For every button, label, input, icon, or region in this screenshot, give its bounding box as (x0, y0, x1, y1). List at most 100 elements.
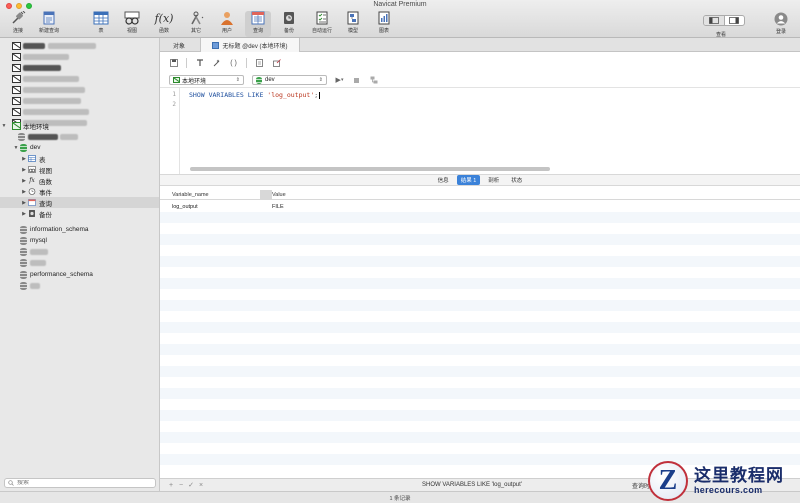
run-icon[interactable]: ▶ ▾ (335, 76, 344, 85)
connection-item[interactable] (0, 106, 159, 117)
sidebar-search-input[interactable] (17, 480, 137, 486)
table-cell[interactable]: FILE (260, 204, 284, 210)
tab-profile[interactable]: 剖析 (484, 175, 503, 185)
save-icon[interactable] (169, 59, 178, 68)
connection-icon (12, 52, 21, 61)
sql-editor[interactable]: 1 2 SHOW VARIABLES LIKE 'log_output'; (160, 87, 800, 174)
chevron-right-icon[interactable]: ▶ (20, 178, 28, 184)
toolbar-new-query-button[interactable]: 新建查询 (36, 11, 62, 37)
backup-icon (281, 11, 297, 25)
query-icon (250, 11, 266, 25)
sidebar-item-tables[interactable]: ▶ 表 (0, 153, 159, 164)
toolbar-backup-button[interactable]: 备份 (276, 11, 302, 37)
search-icon (8, 480, 14, 486)
line-gutter: 1 2 (168, 88, 180, 174)
database-select[interactable]: dev ⇕ (252, 75, 327, 85)
connection-item[interactable] (0, 51, 159, 62)
database-icon (20, 225, 27, 234)
sidebar-connection-local[interactable]: ▼ 本地环境 (0, 120, 159, 131)
connection-item[interactable] (0, 40, 159, 51)
sidebar-layout-icon[interactable] (704, 16, 725, 25)
detail-layout-icon[interactable] (725, 16, 745, 25)
chevron-right-icon[interactable]: ▶ (20, 211, 28, 217)
backup-icon (28, 210, 36, 217)
table-row[interactable]: log_output FILE (160, 201, 800, 212)
explain-icon[interactable] (369, 76, 378, 85)
toolbar-view-button[interactable]: 视图 (119, 11, 145, 37)
sidebar-search-box[interactable] (4, 478, 156, 488)
remove-icon[interactable]: − (176, 482, 186, 489)
chart-icon (376, 11, 392, 25)
export-result-icon[interactable] (272, 59, 281, 68)
executed-query-text: SHOW VARIABLES LIKE 'log_output' (422, 482, 522, 488)
column-header[interactable]: Value (260, 192, 286, 198)
chevron-right-icon[interactable]: ▶ (20, 167, 28, 173)
model-icon (345, 11, 361, 25)
window-title: Navicat Premium (373, 1, 427, 8)
database-icon (20, 143, 27, 152)
horizontal-scrollbar[interactable] (190, 167, 550, 171)
toolbar-user-button[interactable]: 用户 (214, 11, 240, 37)
connection-icon (12, 74, 21, 83)
connection-select[interactable]: 本地环境 ⇕ (169, 75, 244, 85)
query-icon (28, 199, 36, 206)
connection-icon (12, 121, 21, 130)
query-builder-icon[interactable] (195, 59, 204, 68)
chevron-right-icon[interactable]: ▶ (20, 156, 28, 162)
sidebar-item-queries[interactable]: ▶ 查询 (0, 197, 159, 208)
chevron-down-icon[interactable]: ▼ (12, 145, 20, 151)
clock-icon (28, 188, 36, 195)
connection-icon (12, 63, 21, 72)
sidebar-database-item[interactable] (0, 280, 159, 291)
text-icon[interactable] (255, 59, 264, 68)
check-icon[interactable]: ✓ (186, 481, 196, 489)
connection-item[interactable] (0, 84, 159, 95)
stop-icon[interactable] (352, 76, 361, 85)
connection-item[interactable] (0, 95, 159, 106)
connection-item[interactable] (0, 62, 159, 73)
function-icon: fx (29, 177, 35, 184)
user-icon (219, 11, 235, 25)
toolbar-function-button[interactable]: f(x) 函数 (151, 11, 177, 37)
close-icon[interactable]: × (196, 482, 206, 489)
chevron-right-icon[interactable]: ▶ (20, 189, 28, 195)
chevron-right-icon[interactable]: ▶ (20, 200, 28, 206)
result-tabs: 信息 结果 1 剖析 状态 (160, 174, 800, 186)
tab-status[interactable]: 状态 (507, 175, 526, 185)
sidebar-database-dev[interactable]: ▼ dev (0, 142, 159, 153)
sidebar-database-item[interactable] (0, 257, 159, 268)
toolbar-connection-button[interactable]: 连接 (5, 11, 31, 37)
sidebar-item-functions[interactable]: ▶ fx 函数 (0, 175, 159, 186)
toolbar-chart-button[interactable]: 图表 (371, 11, 397, 37)
tab-result-1[interactable]: 结果 1 (456, 175, 481, 185)
sidebar-database-item[interactable]: performance_schema (0, 269, 159, 280)
toolbar-automation-button[interactable]: 自动运行 (309, 11, 335, 37)
sidebar-item-backups[interactable]: ▶ 备份 (0, 208, 159, 219)
toolbar-table-button[interactable]: 表 (88, 11, 114, 37)
sidebar-item-views[interactable]: ▶ 视图 (0, 164, 159, 175)
view-mode-toggle[interactable] (703, 15, 745, 26)
code-snippet-icon[interactable]: ( ) (229, 59, 238, 68)
database-icon (20, 258, 27, 267)
view-label: 查看 (716, 32, 727, 38)
toolbar-query-button[interactable]: 查询 (245, 11, 271, 37)
sidebar-item-events[interactable]: ▶ 事件 (0, 186, 159, 197)
toolbar-other-button[interactable]: 其它 (183, 11, 209, 37)
table-cell[interactable]: log_output (160, 204, 198, 210)
tab-message[interactable]: 信息 (434, 175, 453, 185)
sql-code[interactable]: SHOW VARIABLES LIKE 'log_output'; (189, 91, 320, 99)
tab-query[interactable]: 无标题 @dev (本地环境) (200, 38, 300, 52)
sidebar-database-item[interactable]: mysql (0, 235, 159, 246)
login-button[interactable]: 登录 (774, 12, 788, 35)
beautify-sql-icon[interactable] (212, 59, 221, 68)
column-header[interactable]: Variable_name (160, 192, 209, 198)
database-item[interactable] (0, 131, 159, 142)
sidebar-database-item[interactable] (0, 246, 159, 257)
tab-objects[interactable]: 对象 (160, 38, 198, 52)
connection-item[interactable] (0, 73, 159, 84)
add-icon[interactable]: + (166, 482, 176, 489)
chevron-down-icon[interactable]: ▼ (0, 123, 8, 129)
tab-bar: 对象 无标题 @dev (本地环境) (160, 38, 800, 52)
toolbar-model-button[interactable]: 模型 (340, 11, 366, 37)
sidebar-database-item[interactable]: information_schema (0, 224, 159, 235)
